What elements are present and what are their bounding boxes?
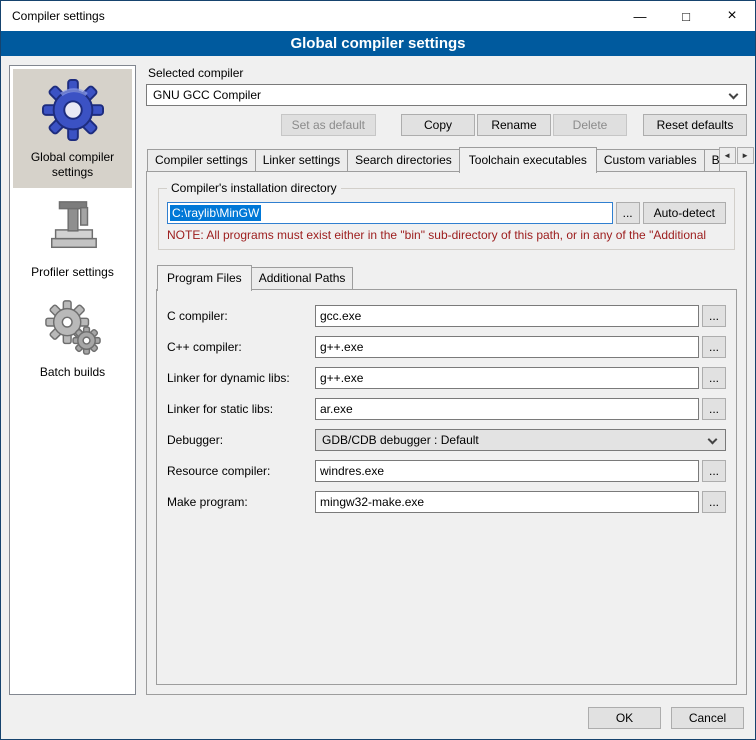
gears-icon [42, 298, 104, 356]
browse-button[interactable]: ... [702, 336, 726, 358]
program-files-tabbar: Program Files Additional Paths [156, 265, 737, 290]
tab-custom-variables[interactable]: Custom variables [596, 149, 705, 172]
auto-detect-button[interactable]: Auto-detect [643, 202, 726, 224]
browse-button[interactable]: ... [702, 398, 726, 420]
rename-button[interactable]: Rename [477, 114, 551, 136]
debugger-select-value: GDB/CDB debugger : Default [322, 433, 479, 447]
cancel-button[interactable]: Cancel [671, 707, 744, 729]
installation-directory-row: C:\raylib\MinGW ... Auto-detect [167, 202, 726, 224]
close-button[interactable]: × [709, 1, 755, 31]
sidebar-item-label: Batch builds [40, 365, 105, 380]
compiler-select-value: GNU GCC Compiler [153, 88, 261, 102]
window-titlebar: Compiler settings — □ × [1, 1, 755, 31]
debugger-select[interactable]: GDB/CDB debugger : Default [315, 429, 726, 451]
reset-defaults-button[interactable]: Reset defaults [643, 114, 747, 136]
field-row: C compiler: ... [167, 305, 726, 327]
dynamic-linker-input[interactable] [315, 367, 699, 389]
field-row: C++ compiler: ... [167, 336, 726, 358]
tab-program-files[interactable]: Program Files [157, 265, 252, 291]
selected-compiler-label: Selected compiler [148, 66, 747, 80]
installation-directory-value: C:\raylib\MinGW [170, 205, 261, 221]
settings-tabbar: Compiler settings Linker settings Search… [146, 147, 747, 172]
static-linker-label: Linker for static libs: [167, 402, 315, 416]
field-row: Linker for dynamic libs: ... [167, 367, 726, 389]
chevron-down-icon [708, 435, 718, 445]
field-row: Debugger: GDB/CDB debugger : Default [167, 429, 726, 451]
field-row: Linker for static libs: ... [167, 398, 726, 420]
resource-compiler-label: Resource compiler: [167, 464, 315, 478]
page-title: Global compiler settings [290, 35, 465, 52]
set-as-default-button: Set as default [281, 114, 376, 136]
make-program-input[interactable] [315, 491, 699, 513]
cpp-compiler-input[interactable] [315, 336, 699, 358]
chevron-down-icon [729, 90, 739, 100]
tab-search-directories[interactable]: Search directories [347, 149, 460, 172]
dynamic-linker-label: Linker for dynamic libs: [167, 371, 315, 385]
sidebar-item-label: Profiler settings [31, 265, 114, 280]
window-title: Compiler settings [12, 9, 105, 23]
main-panel: Selected compiler GNU GCC Compiler Set a… [146, 65, 747, 695]
tab-compiler-settings[interactable]: Compiler settings [147, 149, 256, 172]
field-row: Make program: ... [167, 491, 726, 513]
delete-button: Delete [553, 114, 627, 136]
sidebar-item-label: Global compiler settings [15, 150, 130, 180]
header-banner: Global compiler settings [1, 31, 755, 56]
tab-additional-paths[interactable]: Additional Paths [251, 267, 354, 290]
tab-build-options[interactable]: Buil [704, 149, 720, 172]
toolchain-executables-page: Compiler's installation directory C:\ray… [146, 171, 747, 695]
make-program-label: Make program: [167, 495, 315, 509]
c-compiler-input[interactable] [315, 305, 699, 327]
installation-directory-group: Compiler's installation directory C:\ray… [158, 188, 735, 250]
ok-button[interactable]: OK [588, 707, 661, 729]
tab-scroll-left-button[interactable]: ◄ [719, 147, 736, 164]
debugger-label: Debugger: [167, 433, 315, 447]
installation-directory-input[interactable]: C:\raylib\MinGW [167, 202, 613, 224]
compiler-settings-window: Compiler settings — □ × Global compiler … [0, 0, 756, 740]
browse-button[interactable]: ... [616, 202, 640, 224]
dialog-content: Global compiler settings Profiler settin… [1, 56, 755, 701]
minimize-button[interactable]: — [617, 1, 663, 31]
dialog-footer: OK Cancel [1, 701, 755, 739]
tab-toolchain-executables[interactable]: Toolchain executables [459, 147, 597, 173]
resource-compiler-input[interactable] [315, 460, 699, 482]
static-linker-input[interactable] [315, 398, 699, 420]
browse-button[interactable]: ... [702, 491, 726, 513]
browse-button[interactable]: ... [702, 367, 726, 389]
compiler-actions: Set as default Copy Rename Delete Reset … [146, 114, 747, 136]
tab-scroll-buttons: ◄ ► [719, 147, 754, 164]
installation-directory-group-title: Compiler's installation directory [167, 181, 341, 195]
field-row: Resource compiler: ... [167, 460, 726, 482]
tab-linker-settings[interactable]: Linker settings [255, 149, 348, 172]
cpp-compiler-label: C++ compiler: [167, 340, 315, 354]
program-files-page: C compiler: ... C++ compiler: ... Linker… [156, 289, 737, 685]
tab-scroll-right-button[interactable]: ► [737, 147, 754, 164]
profiler-icon [42, 198, 104, 256]
gear-icon [42, 79, 104, 141]
maximize-button[interactable]: □ [663, 1, 709, 31]
sidebar-item-global-compiler-settings[interactable]: Global compiler settings [13, 69, 132, 188]
note-text: NOTE: All programs must exist either in … [167, 228, 726, 242]
c-compiler-label: C compiler: [167, 309, 315, 323]
window-controls: — □ × [617, 1, 755, 31]
sidebar-item-batch-builds[interactable]: Batch builds [13, 288, 132, 388]
sidebar-item-profiler-settings[interactable]: Profiler settings [13, 188, 132, 288]
browse-button[interactable]: ... [702, 460, 726, 482]
copy-button[interactable]: Copy [401, 114, 475, 136]
browse-button[interactable]: ... [702, 305, 726, 327]
settings-category-list: Global compiler settings Profiler settin… [9, 65, 136, 695]
compiler-select[interactable]: GNU GCC Compiler [146, 84, 747, 106]
